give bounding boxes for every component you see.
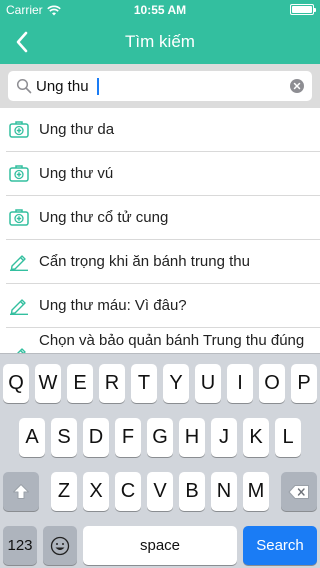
key-k[interactable]: K	[243, 418, 269, 457]
result-item[interactable]: Cẩn trọng khi ăn bánh trung thu	[0, 240, 320, 284]
backspace-icon	[288, 484, 309, 499]
search-icon	[16, 78, 32, 94]
key-z[interactable]: Z	[51, 472, 77, 511]
key-i[interactable]: I	[227, 364, 253, 403]
key-o[interactable]: O	[259, 364, 285, 403]
shift-icon	[13, 484, 29, 499]
key-l[interactable]: L	[275, 418, 301, 457]
key-t[interactable]: T	[131, 364, 157, 403]
key-c[interactable]: C	[115, 472, 141, 511]
status-time: 10:55 AM	[133, 3, 187, 17]
key-f[interactable]: F	[115, 418, 141, 457]
emoji-key[interactable]	[43, 526, 77, 565]
result-label: Ung thư vú	[39, 165, 114, 182]
search-results-list: Ung thư da Ung thư vú Ung thư cổ tử cung…	[0, 108, 320, 353]
key-n[interactable]: N	[211, 472, 237, 511]
key-j[interactable]: J	[211, 418, 237, 457]
delete-button[interactable]	[281, 472, 317, 511]
result-label: Ung thư cổ tử cung	[39, 209, 169, 226]
key-m[interactable]: M	[243, 472, 269, 511]
key-w[interactable]: W	[35, 364, 61, 403]
medical-kit-icon	[9, 209, 29, 226]
result-item[interactable]: Ung thư da	[0, 108, 320, 152]
key-d[interactable]: D	[83, 418, 109, 457]
key-s[interactable]: S	[51, 418, 77, 457]
navigation-bar: Tìm kiếm	[0, 20, 320, 64]
key-v[interactable]: V	[147, 472, 173, 511]
result-item[interactable]: Chọn và bảo quản bánh Trung thu đúng	[0, 328, 320, 353]
page-title: Tìm kiếm	[125, 32, 195, 51]
key-x[interactable]: X	[83, 472, 109, 511]
pencil-icon	[10, 255, 28, 271]
search-input[interactable]	[36, 75, 286, 97]
key-h[interactable]: H	[179, 418, 205, 457]
numbers-key[interactable]: 123	[3, 526, 37, 565]
key-e[interactable]: E	[67, 364, 93, 403]
status-bar: Carrier 10:55 AM	[0, 0, 320, 20]
shift-button[interactable]	[3, 472, 39, 511]
medical-kit-icon	[9, 165, 29, 182]
result-label: Ung thư da	[39, 121, 115, 138]
space-key[interactable]: space	[83, 526, 237, 565]
key-y[interactable]: Y	[163, 364, 189, 403]
key-a[interactable]: A	[19, 418, 45, 457]
medical-kit-icon	[9, 121, 29, 138]
result-label: Ung thư máu: Vì đâu?	[39, 297, 187, 314]
key-q[interactable]: Q	[3, 364, 29, 403]
battery-icon	[290, 4, 316, 15]
result-label: Chọn và bảo quản bánh Trung thu đúng	[39, 332, 305, 349]
pencil-icon	[17, 348, 26, 353]
result-label: Cẩn trọng khi ăn bánh trung thu	[39, 253, 250, 270]
keyboard: Q W E R T Y U I O P A S D F G H J K L Z …	[0, 353, 320, 568]
pencil-icon	[10, 299, 28, 315]
search-bar	[0, 64, 320, 108]
text-cursor	[97, 78, 99, 95]
clear-icon[interactable]	[290, 79, 304, 93]
key-p[interactable]: P	[291, 364, 317, 403]
search-key[interactable]: Search	[243, 526, 317, 565]
key-g[interactable]: G	[147, 418, 173, 457]
result-item[interactable]: Ung thư vú	[0, 152, 320, 196]
result-item[interactable]: Ung thư cổ tử cung	[0, 196, 320, 240]
result-item[interactable]: Ung thư máu: Vì đâu?	[0, 284, 320, 328]
key-u[interactable]: U	[195, 364, 221, 403]
emoji-icon	[50, 536, 70, 555]
key-r[interactable]: R	[99, 364, 125, 403]
key-b[interactable]: B	[179, 472, 205, 511]
search-field[interactable]	[8, 71, 312, 101]
